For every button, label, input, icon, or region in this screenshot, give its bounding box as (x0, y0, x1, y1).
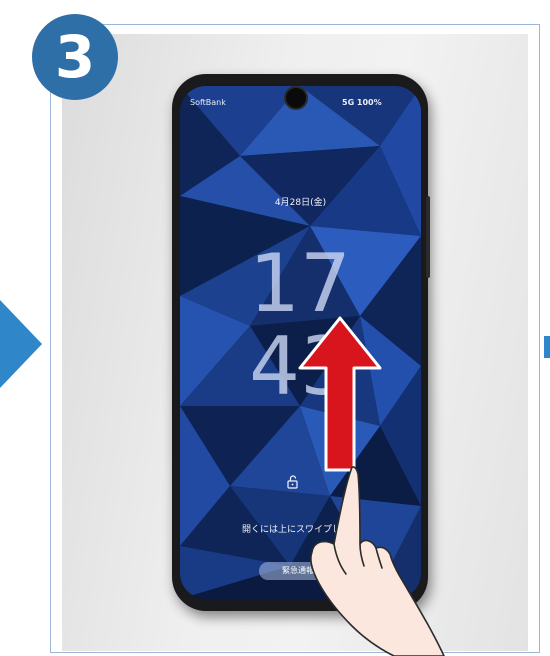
swipe-up-arrow-icon (298, 316, 382, 472)
step-number-badge: 3 (32, 14, 118, 100)
instruction-panel: SoftBank 5G 100% 4月28日(金) 17 43 開くには上にスワ… (0, 0, 550, 656)
finger-hand-icon (310, 466, 445, 656)
